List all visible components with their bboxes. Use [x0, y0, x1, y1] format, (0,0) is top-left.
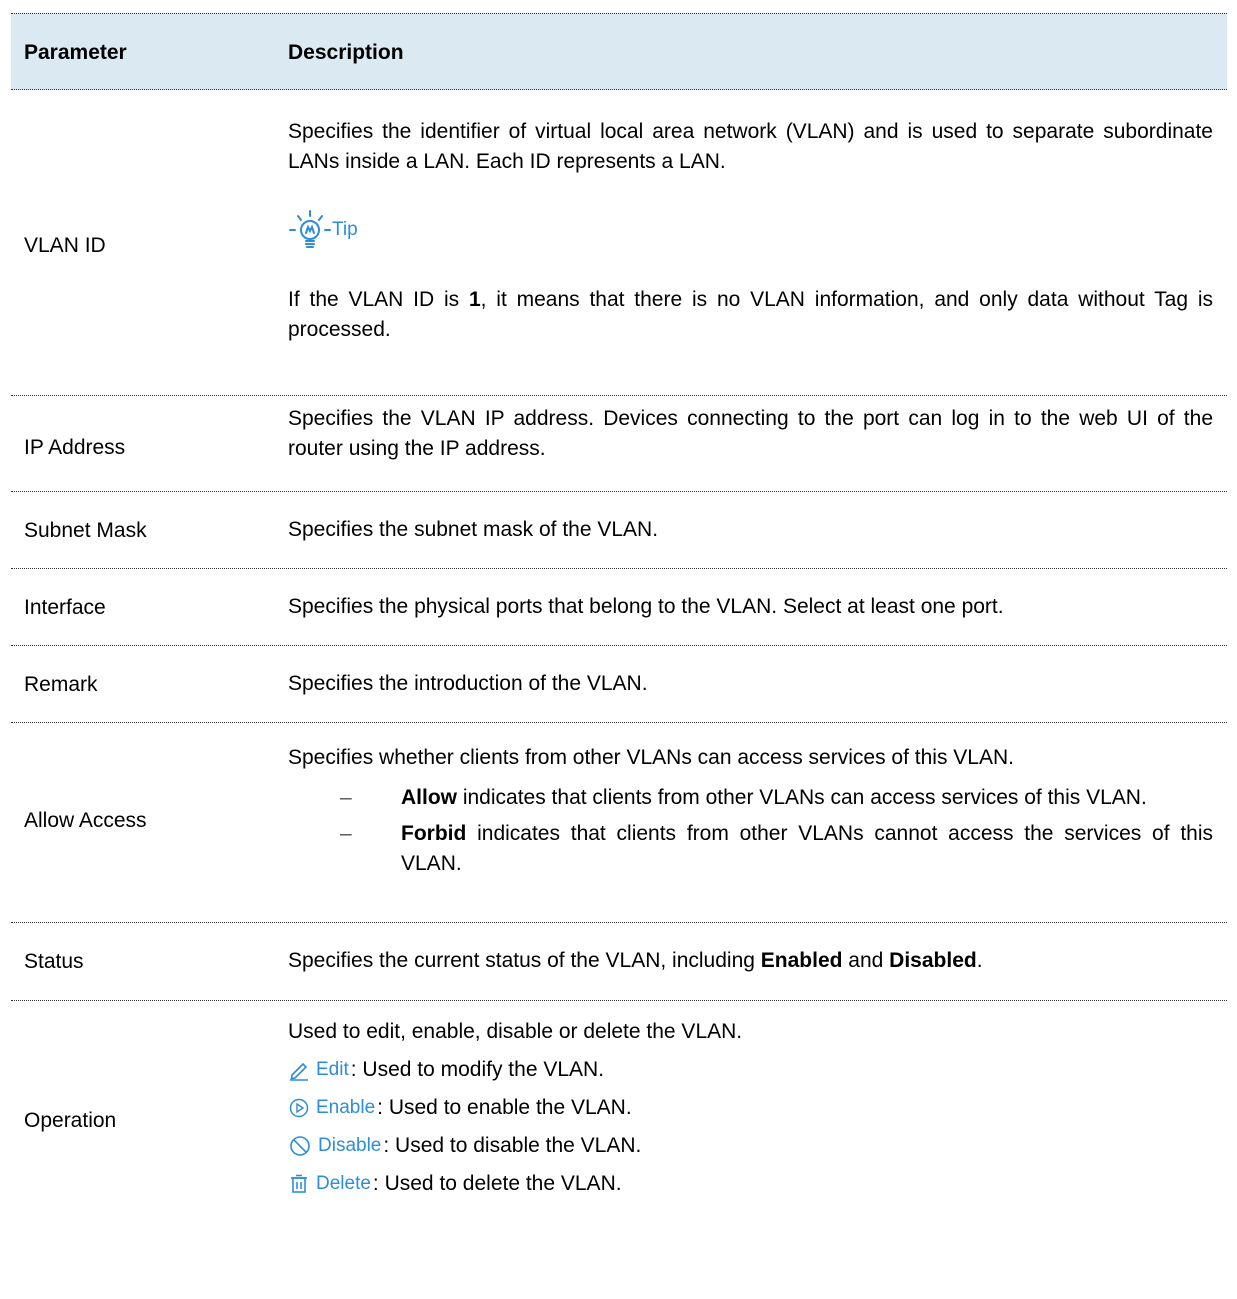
parameter-table: Parameter Description VLAN ID Specifies … [11, 13, 1227, 1221]
bullet-allow: – Allow indicates that clients from othe… [340, 786, 1147, 809]
desc-ip-address: Specifies the VLAN IP address. Devices c… [288, 407, 1213, 460]
trash-icon [291, 1174, 307, 1193]
param-vlan-id: VLAN ID [24, 234, 106, 257]
delete-button[interactable]: Delete [288, 1169, 371, 1199]
enable-button[interactable]: Enable [288, 1093, 375, 1123]
param-allow-access: Allow Access [24, 809, 147, 832]
table-row-vlan-id: VLAN ID Specifies the identifier of virt… [11, 90, 1227, 396]
desc-vlan-id: Specifies the identifier of virtual loca… [288, 117, 1213, 345]
table-row-status: Status Specifies the current status of t… [11, 923, 1227, 1001]
desc-allow-access: Specifies whether clients from other VLA… [288, 743, 1213, 879]
param-operation: Operation [24, 1109, 117, 1132]
op-delete: Delete : Used to delete the VLAN. [288, 1169, 1213, 1199]
bullet-forbid: – Forbid indicates that clients from oth… [340, 822, 1213, 875]
table-row-remark: Remark Specifies the introduction of the… [11, 646, 1227, 723]
desc-vlan-id-text: Specifies the identifier of virtual loca… [288, 120, 1213, 173]
param-interface: Interface [24, 596, 106, 619]
param-status: Status [24, 950, 84, 973]
desc-interface: Specifies the physical ports that belong… [288, 595, 1004, 618]
param-subnet-mask: Subnet Mask [24, 519, 147, 542]
tip-text: If the VLAN ID is 1, it means that there… [288, 288, 1213, 341]
header-parameter: Parameter [24, 41, 127, 64]
tip-label: Tip [332, 219, 358, 240]
pencil-icon [290, 1062, 308, 1081]
tip-callout: Tip [288, 209, 1213, 251]
desc-subnet-mask: Specifies the subnet mask of the VLAN. [288, 518, 659, 541]
edit-button[interactable]: Edit [288, 1055, 349, 1085]
table-row-allow-access: Allow Access Specifies whether clients f… [11, 723, 1227, 923]
table-header: Parameter Description [11, 13, 1227, 90]
play-circle-icon [289, 1098, 309, 1118]
lightbulb-icon [289, 210, 331, 248]
prohibit-icon [290, 1136, 310, 1156]
vlan-id-value: 1 [468, 288, 481, 311]
desc-operation-text: Used to edit, enable, disable or delete … [288, 1020, 743, 1043]
desc-remark: Specifies the introduction of the VLAN. [288, 672, 648, 695]
table-row-operation: Operation Used to edit, enable, disable … [11, 1001, 1227, 1221]
table-row-interface: Interface Specifies the physical ports t… [11, 569, 1227, 646]
op-edit: Edit : Used to modify the VLAN. [288, 1055, 1213, 1085]
desc-operation: Used to edit, enable, disable or delete … [288, 1017, 1213, 1207]
desc-allow-access-text: Specifies whether clients from other VLA… [288, 746, 1014, 769]
header-description: Description [288, 41, 404, 64]
param-ip-address: IP Address [24, 436, 126, 459]
disable-button[interactable]: Disable [288, 1131, 381, 1161]
op-enable: Enable : Used to enable the VLAN. [288, 1093, 1213, 1123]
op-disable: Disable : Used to disable the VLAN. [288, 1131, 1213, 1161]
param-remark: Remark [24, 673, 98, 696]
desc-status: Specifies the current status of the VLAN… [288, 949, 983, 972]
table-row-ip-address: IP Address Specifies the VLAN IP address… [11, 396, 1227, 492]
table-row-subnet-mask: Subnet Mask Specifies the subnet mask of… [11, 492, 1227, 569]
